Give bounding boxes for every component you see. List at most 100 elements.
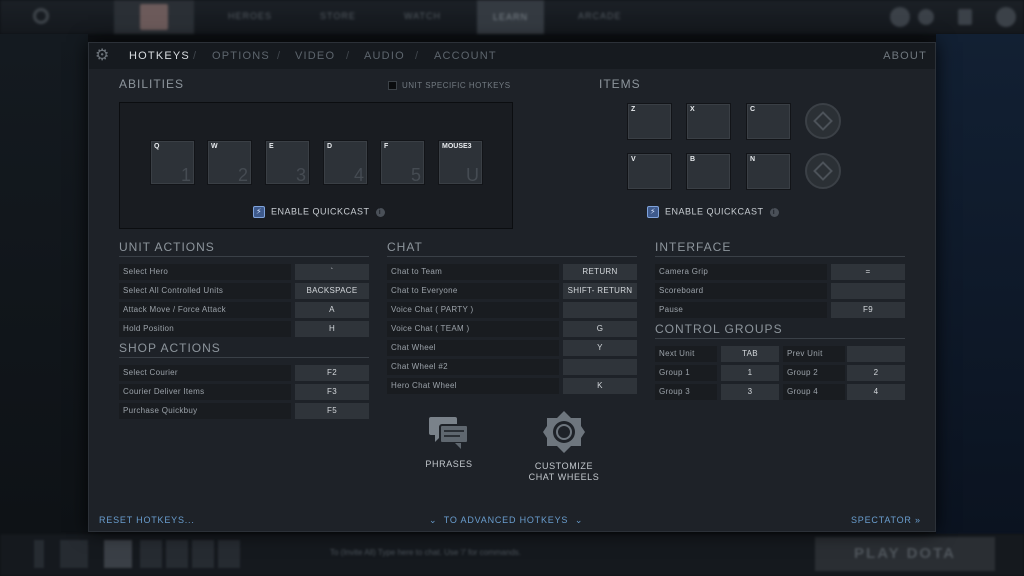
hotkey-key[interactable]: G bbox=[563, 321, 637, 337]
neutral-item-slot[interactable] bbox=[805, 153, 841, 189]
tab-separator: / bbox=[277, 50, 281, 62]
hotkey-key[interactable]: F9 bbox=[831, 302, 905, 318]
party-slot[interactable] bbox=[140, 540, 162, 568]
gear-icon: ⚙ bbox=[95, 47, 110, 64]
item-slot-6[interactable]: N bbox=[746, 153, 791, 190]
quickcast-icon[interactable]: ⚡ bbox=[647, 206, 659, 218]
nav-heroes[interactable]: HEROES bbox=[228, 11, 272, 21]
hotkey-row: Chat to Team RETURN bbox=[387, 264, 637, 280]
avatar-icon[interactable] bbox=[996, 7, 1016, 27]
ability-slot-2[interactable]: W2 bbox=[207, 140, 252, 185]
info-icon[interactable]: i bbox=[375, 207, 385, 217]
advanced-hotkeys-label: TO ADVANCED HOTKEYS bbox=[443, 515, 569, 525]
customize-chat-wheels-button[interactable]: CUSTOMIZE CHAT WHEELS bbox=[519, 409, 609, 483]
nav-watch[interactable]: WATCH bbox=[404, 11, 441, 21]
ability-slot-6[interactable]: MOUSE3 U bbox=[438, 140, 483, 185]
hotkey-key[interactable] bbox=[563, 302, 637, 318]
tp-scroll-slot[interactable] bbox=[805, 103, 841, 139]
main-menu-bar: HEROES STORE WATCH LEARN ARCADE bbox=[0, 0, 1024, 34]
unit-specific-checkbox[interactable] bbox=[388, 81, 397, 91]
party-slot[interactable] bbox=[192, 540, 214, 568]
chat-icon[interactable] bbox=[918, 9, 934, 25]
hotkey-key[interactable]: 3 bbox=[721, 384, 779, 400]
items-quickcast-toggle[interactable]: ⚡ ENABLE QUICKCAST i bbox=[647, 206, 779, 218]
advanced-hotkeys-button[interactable]: ⌄ TO ADVANCED HOTKEYS ⌄ bbox=[429, 515, 583, 526]
friends-icon[interactable] bbox=[890, 7, 910, 27]
hotkey-key[interactable]: 1 bbox=[721, 365, 779, 381]
hotkey-row: Scoreboard bbox=[655, 283, 905, 299]
nav-store[interactable]: STORE bbox=[320, 11, 356, 21]
hotkey-key[interactable]: F5 bbox=[295, 403, 369, 419]
hotkey-key[interactable] bbox=[831, 283, 905, 299]
item-slot-5[interactable]: B bbox=[686, 153, 731, 190]
settings-gear-icon[interactable] bbox=[33, 8, 49, 24]
party-slot[interactable] bbox=[166, 540, 188, 568]
hotkey-key[interactable]: A bbox=[295, 302, 369, 318]
hotkey-key[interactable]: 4 bbox=[847, 384, 905, 400]
dota-logo[interactable] bbox=[114, 0, 194, 34]
unit-specific-hotkeys-toggle[interactable]: UNIT SPECIFIC HOTKEYS bbox=[388, 81, 511, 91]
hotkey-key[interactable]: TAB bbox=[721, 346, 779, 362]
menu-icon[interactable] bbox=[958, 9, 972, 25]
settings-panel: ⚙ HOTKEYS / OPTIONS / VIDEO / AUDIO / AC… bbox=[88, 42, 936, 532]
tab-audio[interactable]: AUDIO bbox=[364, 50, 405, 62]
shop-actions-title: SHOP ACTIONS bbox=[119, 341, 221, 355]
tab-account[interactable]: ACCOUNT bbox=[434, 50, 497, 62]
hotkey-key[interactable]: F2 bbox=[295, 365, 369, 381]
phrases-label: PHRASES bbox=[425, 459, 473, 469]
item-slot-4[interactable]: V bbox=[627, 153, 672, 190]
ability-slot-4[interactable]: D4 bbox=[323, 140, 368, 185]
hotkey-key[interactable]: SHIFT- RETURN bbox=[563, 283, 637, 299]
hotkey-label: Select All Controlled Units bbox=[119, 283, 291, 299]
ability-slot-5[interactable]: F5 bbox=[380, 140, 425, 185]
hotkey-label: Chat to Everyone bbox=[387, 283, 559, 299]
item-slot-3[interactable]: C bbox=[746, 103, 791, 140]
quickcast-icon[interactable]: ⚡ bbox=[253, 206, 265, 218]
ability-slot-3[interactable]: E3 bbox=[265, 140, 310, 185]
item-key: V bbox=[631, 156, 636, 163]
quickcast-label: ENABLE QUICKCAST bbox=[271, 206, 370, 217]
party-slot[interactable] bbox=[104, 540, 132, 568]
hotkey-key[interactable] bbox=[847, 346, 905, 362]
hotkey-key[interactable]: 2 bbox=[847, 365, 905, 381]
reset-hotkeys-button[interactable]: RESET HOTKEYS... bbox=[99, 515, 195, 525]
phrases-button[interactable]: PHRASES bbox=[409, 415, 489, 469]
tab-options[interactable]: OPTIONS bbox=[212, 50, 270, 62]
info-icon[interactable]: i bbox=[769, 207, 779, 217]
tab-hotkeys[interactable]: HOTKEYS bbox=[129, 50, 190, 62]
tab-video[interactable]: VIDEO bbox=[295, 50, 335, 62]
hotkey-key[interactable]: = bbox=[831, 264, 905, 280]
hotkey-key[interactable]: BACKSPACE bbox=[295, 283, 369, 299]
nav-arcade[interactable]: ARCADE bbox=[578, 11, 622, 21]
item-key: C bbox=[750, 106, 756, 113]
hotkey-row: Select All Controlled Units BACKSPACE bbox=[119, 283, 369, 299]
chat-input-hint[interactable]: To (Invite All) Type here to chat. Use '… bbox=[330, 548, 521, 557]
background-right bbox=[936, 34, 1024, 534]
item-slot-2[interactable]: X bbox=[686, 103, 731, 140]
customize-label-line2: CHAT WHEELS bbox=[528, 472, 600, 482]
nav-learn[interactable]: LEARN bbox=[477, 0, 545, 34]
party-slot[interactable] bbox=[60, 540, 88, 568]
control-group-row: Group 1 1 Group 2 2 bbox=[655, 365, 905, 381]
hotkey-key[interactable]: K bbox=[563, 378, 637, 394]
hotkey-row: Chat Wheel Y bbox=[387, 340, 637, 356]
hotkey-label: Voice Chat ( TEAM ) bbox=[387, 321, 559, 337]
chat-toggle-icon[interactable] bbox=[34, 540, 44, 568]
hotkey-key[interactable]: H bbox=[295, 321, 369, 337]
hotkey-key[interactable] bbox=[563, 359, 637, 375]
ability-slot-1[interactable]: Q1 bbox=[150, 140, 195, 185]
play-dota-button[interactable]: PLAY DOTA bbox=[815, 537, 995, 571]
hotkey-key[interactable]: RETURN bbox=[563, 264, 637, 280]
spectator-button[interactable]: SPECTATOR » bbox=[851, 515, 921, 525]
ability-number: 2 bbox=[237, 165, 248, 185]
item-slot-1[interactable]: Z bbox=[627, 103, 672, 140]
hotkey-key[interactable]: ` bbox=[295, 264, 369, 280]
abilities-quickcast-toggle[interactable]: ⚡ ENABLE QUICKCAST i bbox=[253, 206, 385, 218]
hotkey-label: Scoreboard bbox=[655, 283, 827, 299]
about-link[interactable]: ABOUT bbox=[883, 50, 927, 62]
item-key: Z bbox=[631, 106, 636, 113]
party-slot[interactable] bbox=[218, 540, 240, 568]
hotkey-key[interactable]: Y bbox=[563, 340, 637, 356]
hotkey-key[interactable]: F3 bbox=[295, 384, 369, 400]
ability-key: W bbox=[211, 143, 218, 150]
